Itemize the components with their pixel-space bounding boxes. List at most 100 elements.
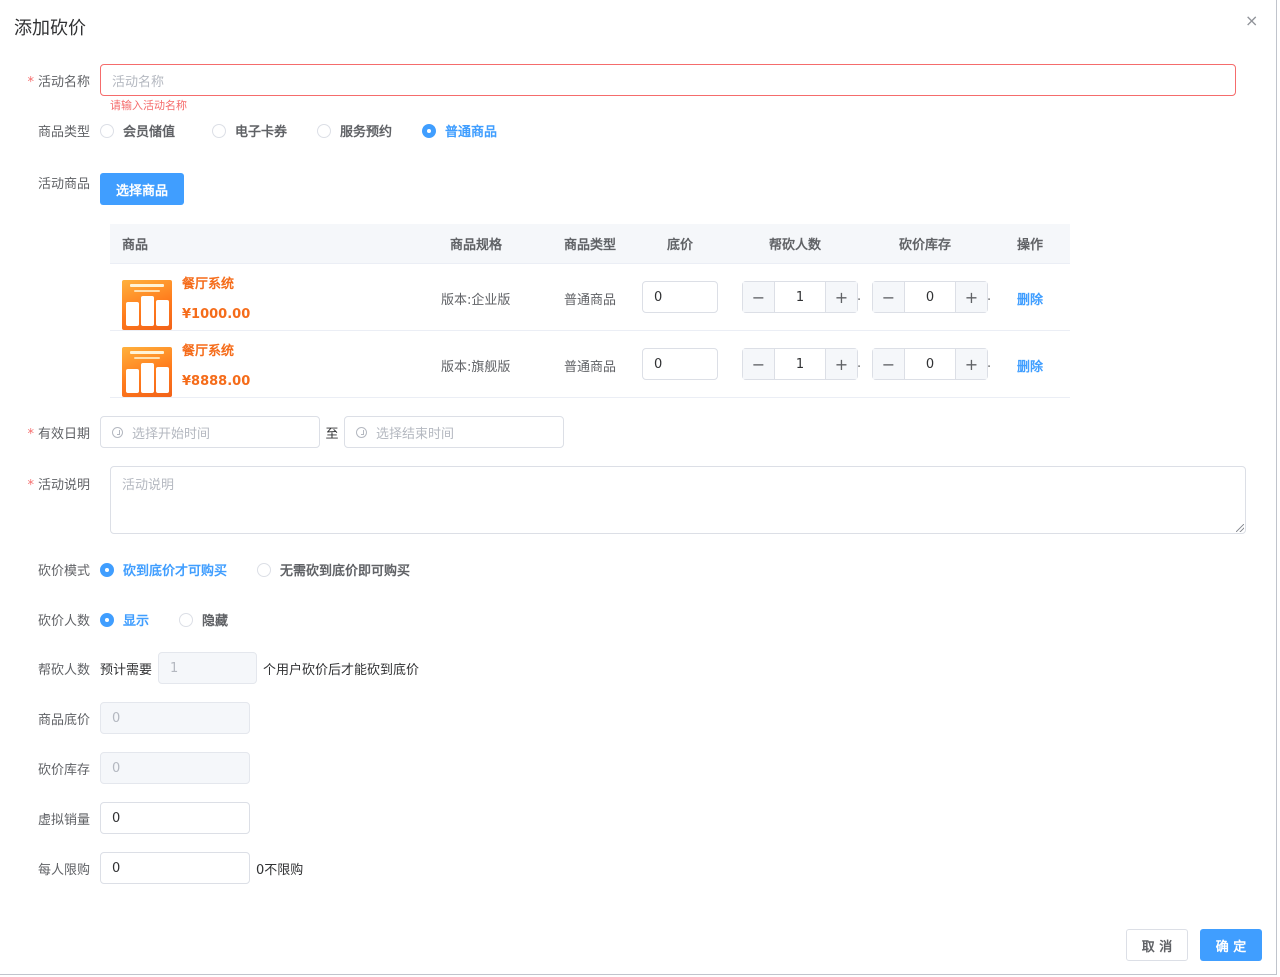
description-row: * 活动说明 — [0, 474, 100, 493]
radio-must-reach-floor[interactable]: 砍到底价才可购买 — [100, 560, 227, 579]
date-range-separator: 至 — [325, 426, 339, 442]
product-type-row: 商品类型 会员储值 电子卡券 服务预约 普通商品 — [0, 121, 527, 140]
description-textarea[interactable]: 活动说明 — [110, 466, 1246, 534]
radio-buy-anytime[interactable]: 无需砍到底价即可购买 — [257, 560, 410, 579]
valid-date-label-text: 有效日期 — [37, 426, 90, 442]
bargain-count-row: 砍价人数 显示 隐藏 — [0, 610, 258, 629]
floor-price-input[interactable]: 0 — [642, 281, 718, 313]
start-time-picker[interactable]: 选择开始时间 — [100, 416, 320, 448]
goods-floor-price-row: 商品底价 0 — [0, 702, 250, 734]
bargain-stock-row: 砍价库存 0 — [0, 752, 250, 784]
minus-icon[interactable]: − — [873, 282, 905, 312]
helper-count-row: 帮砍人数 预计需要 1 个用户砍价后才能砍到底价 — [0, 652, 419, 684]
activity-name-label-text: 活动名称 — [37, 74, 90, 90]
purchase-limit-row: 每人限购 0 0不限购 — [0, 852, 303, 884]
helpers-value[interactable]: 1 — [775, 282, 825, 312]
bargain-stock-input: 0 — [100, 752, 250, 784]
required-mark: * — [27, 426, 34, 442]
radio-dot — [179, 612, 194, 627]
clock-icon — [112, 426, 123, 438]
radio-member-recharge[interactable]: 会员储值 — [100, 121, 175, 140]
activity-name-input[interactable]: 活动名称 — [100, 64, 1236, 96]
valid-date-row: * 有效日期 选择开始时间 至 选择结束时间 — [0, 416, 564, 448]
goods-thumbnail — [122, 347, 172, 397]
header-action: 操作 — [1017, 238, 1044, 253]
minus-icon[interactable]: − — [873, 349, 905, 379]
plus-icon[interactable]: + — [825, 282, 857, 312]
helpers-stepper: − 1 + — [742, 281, 858, 313]
virtual-sales-input[interactable]: 0 — [100, 802, 250, 834]
radio-dot — [100, 562, 114, 577]
bargain-stock-label: 砍价库存 — [37, 762, 90, 778]
goods-table: 商品 商品规格 商品类型 底价 帮砍人数 砍价库存 操作 餐厅系统 ¥1000.… — [110, 224, 1070, 398]
goods-type: 普通商品 — [564, 293, 617, 308]
header-type: 商品类型 — [564, 238, 617, 253]
activity-goods-label: 活动商品 — [37, 177, 90, 192]
table-row: 餐厅系统 ¥1000.00 版本:企业版 普通商品 0 − 1 + . − 0 … — [110, 264, 1070, 331]
activity-name-label: * 活动名称 — [0, 71, 100, 90]
purchase-limit-input[interactable]: 0 — [100, 852, 250, 884]
separator-dot: . — [857, 356, 862, 371]
radio-show[interactable]: 显示 — [100, 610, 149, 629]
header-floor-price: 底价 — [667, 238, 694, 253]
description-placeholder: 活动说明 — [122, 478, 175, 493]
separator-dot: . — [987, 356, 992, 371]
goods-spec: 版本:企业版 — [441, 293, 511, 308]
start-time-placeholder: 选择开始时间 — [132, 426, 211, 442]
table-row: 餐厅系统 ¥8888.00 版本:旗舰版 普通商品 0 − 1 + . − 0 … — [110, 331, 1070, 398]
required-mark: * — [27, 478, 34, 493]
goods-floor-price-label: 商品底价 — [37, 712, 90, 728]
product-type-radio-group: 会员储值 电子卡券 服务预约 普通商品 — [100, 121, 527, 140]
helper-count-prefix: 预计需要 — [100, 662, 153, 678]
floor-price-input[interactable]: 0 — [642, 348, 718, 380]
radio-label: 会员储值 — [123, 125, 176, 140]
resize-handle-icon[interactable] — [1236, 524, 1244, 532]
product-type-label: 商品类型 — [37, 125, 90, 140]
activity-name-error: 请输入活动名称 — [110, 99, 187, 112]
goods-name: 餐厅系统 — [182, 277, 235, 292]
plus-icon[interactable]: + — [955, 282, 987, 312]
activity-name-row: * 活动名称 活动名称 — [0, 64, 1236, 96]
radio-e-card[interactable]: 电子卡券 — [212, 121, 287, 140]
radio-hide[interactable]: 隐藏 — [179, 610, 228, 629]
description-label: * 活动说明 — [0, 474, 100, 493]
radio-label: 服务预约 — [340, 125, 393, 140]
select-goods-button[interactable]: 选择商品 — [100, 173, 184, 205]
confirm-button[interactable]: 确 定 — [1200, 929, 1262, 961]
close-icon[interactable]: × — [1245, 11, 1258, 30]
stock-stepper: − 0 + — [872, 348, 988, 380]
minus-icon[interactable]: − — [743, 282, 775, 312]
helpers-value[interactable]: 1 — [775, 349, 825, 379]
helpers-stepper: − 1 + — [742, 348, 858, 380]
stock-value[interactable]: 0 — [905, 349, 955, 379]
minus-icon[interactable]: − — [743, 349, 775, 379]
purchase-limit-label: 每人限购 — [37, 862, 90, 878]
header-stock: 砍价库存 — [899, 238, 952, 253]
goods-thumbnail — [122, 280, 172, 330]
separator-dot: . — [857, 289, 862, 304]
radio-dot — [212, 123, 227, 138]
activity-goods-row: 活动商品 选择商品 — [0, 173, 184, 205]
valid-date-label: * 有效日期 — [0, 423, 100, 442]
radio-normal-goods[interactable]: 普通商品 — [422, 121, 497, 140]
plus-icon[interactable]: + — [955, 349, 987, 379]
radio-label: 砍到底价才可购买 — [123, 564, 228, 579]
radio-dot — [257, 562, 272, 577]
clock-icon — [356, 426, 367, 438]
header-spec: 商品规格 — [450, 238, 503, 253]
activity-name-placeholder: 活动名称 — [112, 74, 165, 90]
cancel-button[interactable]: 取 消 — [1126, 929, 1188, 961]
delete-link[interactable]: 删除 — [1017, 289, 1043, 308]
plus-icon[interactable]: + — [825, 349, 857, 379]
stock-value[interactable]: 0 — [905, 282, 955, 312]
end-time-picker[interactable]: 选择结束时间 — [344, 416, 564, 448]
radio-label: 隐藏 — [202, 614, 229, 629]
header-helpers: 帮砍人数 — [769, 238, 822, 253]
radio-label: 普通商品 — [445, 125, 498, 140]
radio-label: 显示 — [123, 614, 150, 629]
radio-service-booking[interactable]: 服务预约 — [317, 121, 392, 140]
virtual-sales-row: 虚拟销量 0 — [0, 802, 250, 834]
purchase-limit-hint: 0不限购 — [256, 862, 304, 878]
delete-link[interactable]: 删除 — [1017, 356, 1043, 375]
goods-floor-price-input: 0 — [100, 702, 250, 734]
